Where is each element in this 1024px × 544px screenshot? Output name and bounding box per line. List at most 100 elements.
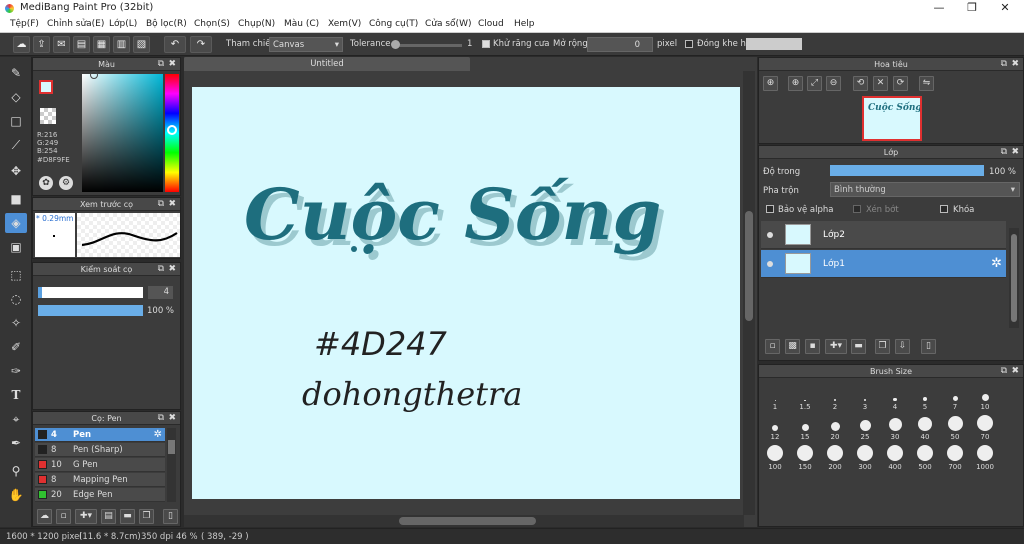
tolerance-slider-handle[interactable] (391, 40, 400, 49)
float-icon[interactable]: ⧉ (158, 58, 164, 71)
brush-size-option[interactable]: 10 (971, 385, 999, 411)
brush-size-option[interactable]: 30 (881, 415, 909, 441)
layer-row-lop1[interactable]: Lớp1 ✲ (761, 250, 1006, 278)
dropper-tool-icon[interactable]: ✒ (5, 433, 27, 453)
brush-size-option[interactable]: 4 (881, 385, 909, 411)
menu-window[interactable]: Cửa sổ(W) (425, 19, 471, 29)
new-brush-icon[interactable]: ▫ (56, 509, 71, 524)
reference-select[interactable]: Canvas ▾ (269, 37, 343, 52)
line-tool-icon[interactable]: ⟋ (5, 135, 27, 155)
brush-size-option[interactable]: 400 (881, 445, 909, 471)
menu-filter[interactable]: Bộ lọc(R) (146, 19, 187, 29)
brush-tool-icon[interactable]: ✎ (5, 63, 27, 83)
comment-icon[interactable]: ✉ (53, 36, 70, 53)
tolerance-slider[interactable] (392, 44, 462, 47)
duplicate-layer-icon[interactable]: ❐ (875, 339, 890, 354)
brush-size-option[interactable]: 300 (851, 445, 879, 471)
fill-rect-tool-icon[interactable]: ■ (5, 189, 27, 209)
grid-icon[interactable]: ▥ (113, 36, 130, 53)
canvas-vertical-scroll-thumb[interactable] (745, 211, 753, 321)
add-layer-menu-icon[interactable]: ✚▾ (825, 339, 847, 354)
navigator-thumbnail[interactable]: Cuộc Sống (862, 96, 922, 141)
hue-handle[interactable] (167, 125, 177, 135)
brush-size-option[interactable]: 15 (791, 415, 819, 441)
float-icon[interactable]: ⧉ (1001, 58, 1007, 71)
layer-scrollbar[interactable] (1009, 228, 1019, 328)
document-tab[interactable]: Untitled (184, 57, 470, 71)
foreground-swatch[interactable] (39, 80, 53, 94)
eyedropper-icon[interactable]: ⚲ (5, 461, 27, 481)
brush-size-option[interactable]: 50 (941, 415, 969, 441)
blend-select[interactable]: Bình thường ▾ (830, 182, 1020, 197)
select-eraser-icon[interactable]: ✑ (5, 361, 27, 381)
brush-size-option[interactable]: 3 (851, 385, 879, 411)
brush-size-option[interactable]: 7 (941, 385, 969, 411)
brush-size-option[interactable]: 40 (911, 415, 939, 441)
menu-color[interactable]: Màu (C) (284, 19, 319, 29)
fit-window-icon[interactable]: ⤢ (807, 76, 822, 91)
zoom-in-icon[interactable]: ⊕ (788, 76, 803, 91)
brush-list-scroll-thumb[interactable] (168, 440, 175, 454)
select-tool-icon[interactable]: ⬚ (5, 265, 27, 285)
layer-opacity-slider[interactable] (830, 165, 984, 176)
brush-settings-icon[interactable]: ▤ (101, 509, 116, 524)
brush-size-value[interactable]: 4 (148, 286, 173, 299)
menu-file[interactable]: Tệp(F) (10, 19, 39, 29)
brush-size-option[interactable]: 12 (761, 415, 789, 441)
add-brush-menu-icon[interactable]: ✚▾ (75, 509, 97, 524)
new-halftone-layer-icon[interactable]: ▩ (785, 339, 800, 354)
menu-select[interactable]: Chọn(S) (194, 19, 230, 29)
close-icon[interactable]: ✖ (1011, 146, 1019, 159)
close-icon[interactable]: ✖ (1011, 365, 1019, 378)
hand-tool-icon[interactable]: ✋ (5, 485, 27, 505)
brush-item-mapping-pen[interactable]: 8 Mapping Pen (35, 473, 165, 487)
snap-icon[interactable]: ▧ (133, 36, 150, 53)
palette-icon[interactable]: ✿ (39, 176, 53, 190)
close-icon[interactable]: ✖ (168, 263, 176, 276)
close-icon[interactable]: ✖ (1011, 58, 1019, 71)
brush-list-scrollbar[interactable] (167, 428, 176, 502)
float-icon[interactable]: ⧉ (1001, 365, 1007, 378)
new-8bit-layer-icon[interactable]: ▪ (805, 339, 820, 354)
gear-icon[interactable]: ✲ (991, 256, 1002, 271)
canvas-horizontal-scroll-thumb[interactable] (399, 517, 536, 525)
merge-down-icon[interactable]: ⇩ (895, 339, 910, 354)
saturation-value-field[interactable] (82, 74, 163, 192)
brush-item-pen-sharp[interactable]: 8 Pen (Sharp) (35, 443, 165, 457)
lasso-tool-icon[interactable]: ◌ (5, 289, 27, 309)
float-icon[interactable]: ⧉ (158, 263, 164, 276)
rect-tool-icon[interactable]: □ (5, 111, 27, 131)
brush-opacity-slider[interactable] (38, 305, 143, 316)
menu-edit[interactable]: Chỉnh sửa(E) (47, 19, 104, 29)
transparent-swatch[interactable] (40, 108, 56, 124)
menu-help[interactable]: Help (514, 19, 535, 29)
layer-row-lop2[interactable]: Lớp2 (761, 221, 1006, 249)
panel-icon[interactable]: ▤ (73, 36, 90, 53)
visibility-icon[interactable] (767, 261, 773, 267)
layout-icon[interactable]: ▦ (93, 36, 110, 53)
menu-cloud[interactable]: Cloud (478, 19, 504, 29)
brush-size-option[interactable]: 1 (761, 385, 789, 411)
gear-icon[interactable]: ✲ (154, 429, 162, 440)
rotate-left-icon[interactable]: ⟲ (853, 76, 868, 91)
float-icon[interactable]: ⧉ (158, 198, 164, 211)
float-icon[interactable]: ⧉ (1001, 146, 1007, 159)
color-cursor[interactable] (90, 71, 98, 79)
brush-size-option[interactable]: 2 (821, 385, 849, 411)
rotate-right-icon[interactable]: ⟳ (893, 76, 908, 91)
brush-item-edge-pen[interactable]: 20 Edge Pen (35, 488, 165, 502)
share-icon[interactable]: ⇪ (33, 36, 50, 53)
maximize-button[interactable]: ❐ (955, 0, 989, 16)
expand-stepper[interactable]: 0 (587, 37, 653, 52)
menu-tools[interactable]: Công cụ(T) (369, 19, 418, 29)
undo-icon[interactable]: ↶ (164, 36, 186, 53)
brush-size-option[interactable]: 25 (851, 415, 879, 441)
cloud-brush-icon[interactable]: ☁ (37, 509, 52, 524)
brush-size-option[interactable]: 20 (821, 415, 849, 441)
brush-size-option[interactable]: 70 (971, 415, 999, 441)
brush-size-option[interactable]: 100 (761, 445, 789, 471)
zoom-fit-icon[interactable]: ⊕ (763, 76, 778, 91)
move-tool-icon[interactable]: ✥ (5, 161, 27, 181)
close-icon[interactable]: ✖ (168, 412, 176, 425)
delete-brush-icon[interactable]: ▯ (163, 509, 178, 524)
